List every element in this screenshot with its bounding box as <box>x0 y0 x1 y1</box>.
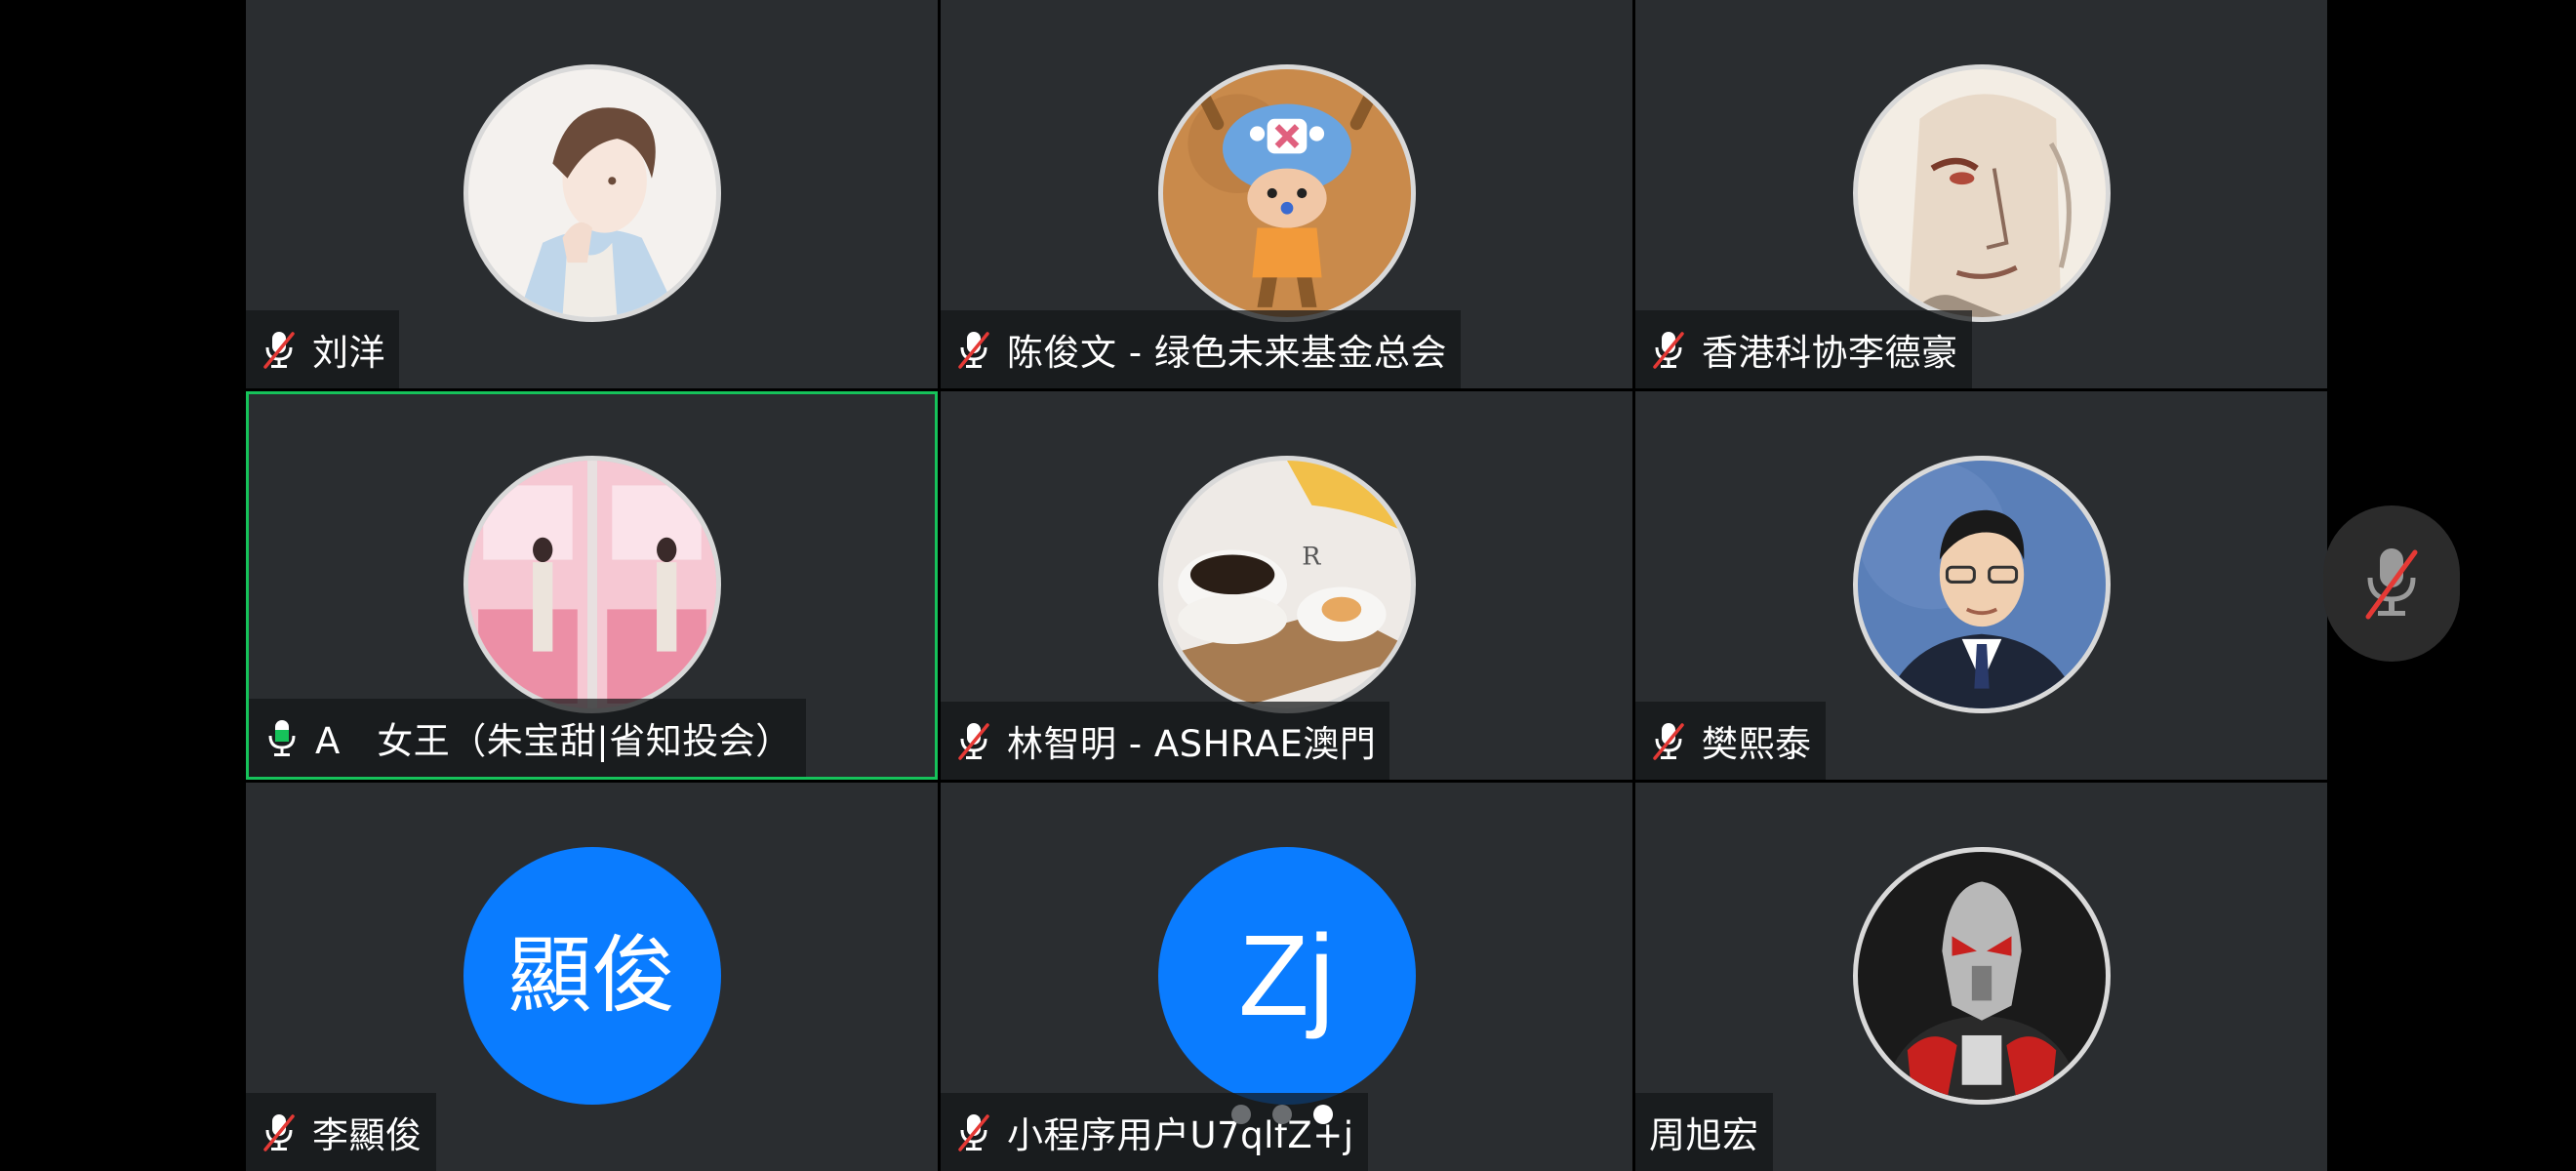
mic-muted-icon <box>2365 548 2418 620</box>
mic-muted-icon <box>260 328 299 371</box>
mic-muted-icon <box>260 1110 299 1153</box>
participant-name-bar: 周旭宏 <box>1635 1093 1773 1171</box>
chopper-figure-avatar-image <box>1162 69 1411 317</box>
participant-grid: 刘洋 陈俊文 - 绿色未来基金总会 香港科协李德豪 A 女王（朱宝甜|省知投会）… <box>246 0 2327 1171</box>
masked-rider-avatar-image <box>1857 852 2106 1100</box>
svg-text:R: R <box>1302 542 1321 571</box>
coffee-avatar-image: R <box>1162 461 1411 708</box>
participant-avatar <box>1157 64 1416 322</box>
participant-name: 香港科协李德豪 <box>1702 332 1958 374</box>
participant-avatar <box>463 64 721 322</box>
participant-name-bar: 樊熙泰 <box>1635 702 1826 780</box>
mic-muted-icon <box>954 719 993 762</box>
page-dot[interactable] <box>1272 1105 1292 1124</box>
participant-name: 刘洋 <box>312 332 385 374</box>
participant-name: 周旭宏 <box>1649 1114 1759 1156</box>
participant-name-bar: 李顯俊 <box>246 1093 436 1171</box>
toggle-mic-button[interactable] <box>2323 505 2460 662</box>
participant-tile[interactable]: R 林智明 - ASHRAE澳門 <box>941 391 1632 780</box>
manga-face-avatar-image <box>1857 69 2106 317</box>
participant-initials-avatar: Zj <box>1157 847 1416 1105</box>
meeting-gallery-view: 刘洋 陈俊文 - 绿色未来基金总会 香港科协李德豪 A 女王（朱宝甜|省知投会）… <box>0 0 2576 1171</box>
participant-name: 李顯俊 <box>312 1114 423 1156</box>
page-dot[interactable] <box>1231 1105 1251 1124</box>
participant-avatar: R <box>1157 456 1416 713</box>
participant-name: 陈俊文 - 绿色未来基金总会 <box>1007 332 1447 374</box>
participant-tile[interactable]: 刘洋 <box>246 0 938 388</box>
mic-muted-icon <box>954 328 993 371</box>
mic-on-icon <box>262 716 302 759</box>
participant-name-bar: 香港科协李德豪 <box>1635 310 1972 388</box>
participant-avatar <box>1852 847 2111 1105</box>
mic-muted-icon <box>1649 719 1688 762</box>
participant-tile[interactable]: 顯俊 李顯俊 <box>246 783 938 1171</box>
anime-boy-avatar-image <box>467 69 716 317</box>
participant-tile[interactable]: 樊熙泰 <box>1635 391 2327 780</box>
man-suit-avatar-image <box>1857 461 2106 708</box>
mic-muted-icon <box>954 1110 993 1153</box>
participant-name-bar: 林智明 - ASHRAE澳門 <box>941 702 1390 780</box>
pink-wall-avatar-image <box>467 461 716 708</box>
participant-name: 林智明 - ASHRAE澳門 <box>1007 723 1377 765</box>
page-indicator <box>1231 1103 1339 1126</box>
participant-tile-active-speaker[interactable]: A 女王（朱宝甜|省知投会） <box>246 391 938 780</box>
participant-name: 樊熙泰 <box>1702 723 1812 765</box>
participant-avatar <box>1852 456 2111 713</box>
participant-initials-avatar: 顯俊 <box>463 847 721 1105</box>
participant-tile[interactable]: 周旭宏 <box>1635 783 2327 1171</box>
participant-avatar <box>1852 64 2111 322</box>
participant-tile[interactable]: 陈俊文 - 绿色未来基金总会 <box>941 0 1632 388</box>
participant-name-bar: 陈俊文 - 绿色未来基金总会 <box>941 310 1461 388</box>
avatar-initials: Zj <box>1238 911 1335 1040</box>
avatar-initials: 顯俊 <box>507 927 676 1025</box>
participant-name: A 女王（朱宝甜|省知投会） <box>315 720 792 762</box>
participant-tile[interactable]: 香港科协李德豪 <box>1635 0 2327 388</box>
mic-muted-icon <box>1649 328 1688 371</box>
participant-name-bar: 刘洋 <box>246 310 399 388</box>
participant-name-bar: A 女王（朱宝甜|省知投会） <box>249 699 806 777</box>
participant-avatar <box>463 456 721 713</box>
page-dot-current[interactable] <box>1313 1105 1333 1124</box>
